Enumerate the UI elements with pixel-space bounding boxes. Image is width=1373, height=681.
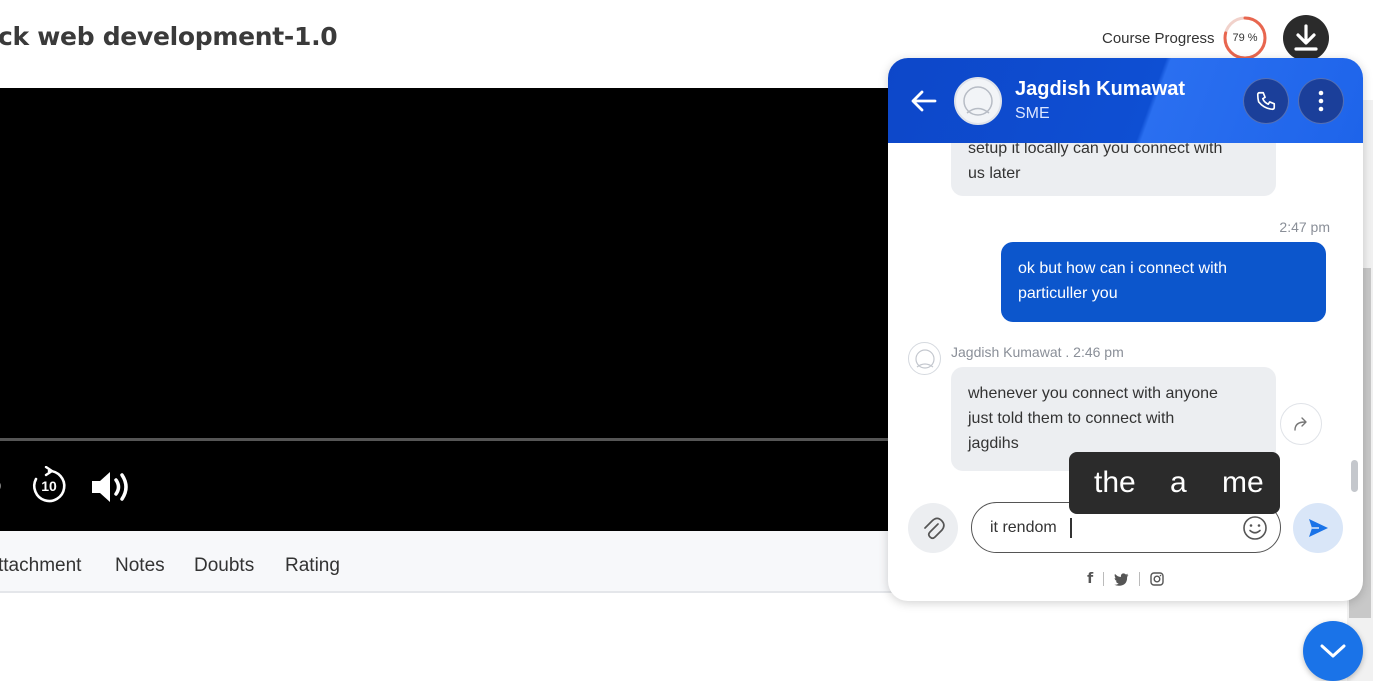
- replay-10-label: 10: [41, 478, 57, 494]
- facebook-icon[interactable]: f: [1087, 571, 1093, 587]
- autocomplete-popup: the a me: [1069, 452, 1280, 514]
- contact-avatar: [954, 77, 1002, 125]
- progress-value: 79 %: [1232, 32, 1258, 44]
- arrow-left-icon: [911, 90, 937, 112]
- forward-icon: [1294, 417, 1307, 431]
- chevron-down-icon: [1320, 644, 1346, 658]
- back-button[interactable]: [908, 85, 940, 117]
- forward-button[interactable]: [1280, 403, 1322, 445]
- message-incoming: setup it locally can you connect with us…: [951, 143, 1276, 196]
- attach-button[interactable]: [908, 503, 958, 553]
- tab-attachment[interactable]: ttachment: [0, 555, 81, 577]
- course-title: ck web development-1.0: [0, 22, 338, 51]
- content-tabs: ttachment Notes Doubts Rating: [0, 531, 900, 593]
- download-icon: [1294, 24, 1318, 51]
- video-seekbar[interactable]: [0, 438, 900, 441]
- volume-icon[interactable]: [90, 468, 134, 506]
- message-line: us later: [968, 165, 1021, 182]
- course-progress-label: Course Progress: [1102, 30, 1215, 47]
- call-button[interactable]: [1243, 78, 1289, 124]
- emoji-icon[interactable]: [1242, 515, 1268, 541]
- message-list[interactable]: setup it locally can you connect with us…: [888, 143, 1363, 488]
- chat-panel: Jagdish Kumawat SME setup it locally can…: [888, 58, 1363, 601]
- phone-icon: [1256, 91, 1276, 111]
- sender-meta: Jagdish Kumawat . 2:46 pm: [951, 344, 1124, 360]
- message-line: just told them to connect with: [968, 410, 1175, 427]
- play-partial-icon[interactable]: [0, 466, 8, 506]
- user-icon: [963, 86, 993, 116]
- tab-notes[interactable]: Notes: [115, 555, 165, 577]
- message-line: setup it locally can you connect with: [968, 143, 1223, 157]
- chat-toggle-button[interactable]: [1303, 621, 1363, 681]
- sender-avatar: [908, 342, 941, 375]
- suggestion-item[interactable]: the: [1094, 466, 1136, 500]
- contact-name: Jagdish Kumawat: [1015, 78, 1186, 100]
- suggestion-item[interactable]: me: [1222, 466, 1264, 500]
- more-options-button[interactable]: [1298, 78, 1344, 124]
- more-vertical-icon: [1318, 90, 1324, 112]
- paperclip-icon: [924, 517, 945, 540]
- message-time: 2:47 pm: [1279, 219, 1330, 235]
- tab-rating[interactable]: Rating: [285, 555, 340, 577]
- social-links: f: [888, 570, 1363, 587]
- message-line: particuller you: [1018, 285, 1118, 302]
- divider: [1103, 572, 1105, 587]
- instagram-icon[interactable]: [1150, 572, 1164, 586]
- video-player[interactable]: 10: [0, 88, 900, 531]
- replay-10-button[interactable]: 10: [30, 465, 68, 506]
- message-line: whenever you connect with anyone: [968, 385, 1218, 402]
- tab-content-area: [0, 593, 1373, 681]
- message-outgoing: ok but how can i connect with particulle…: [1001, 242, 1326, 322]
- send-button[interactable]: [1293, 503, 1343, 553]
- send-icon: [1309, 519, 1328, 537]
- chat-scroll-thumb[interactable]: [1351, 460, 1358, 492]
- divider: [1138, 572, 1140, 587]
- twitter-icon[interactable]: [1114, 573, 1129, 586]
- suggestion-item[interactable]: a: [1170, 466, 1187, 500]
- tab-doubts[interactable]: Doubts: [194, 555, 254, 577]
- download-button[interactable]: [1283, 15, 1329, 61]
- contact-role: SME: [1015, 105, 1050, 122]
- user-icon: [914, 348, 935, 369]
- message-input[interactable]: [990, 516, 1240, 540]
- text-caret: [1070, 518, 1072, 538]
- message-line: ok but how can i connect with: [1018, 260, 1228, 277]
- page: ck web development-1.0 Course Progress 7…: [0, 0, 1373, 681]
- chat-header: Jagdish Kumawat SME: [888, 58, 1363, 143]
